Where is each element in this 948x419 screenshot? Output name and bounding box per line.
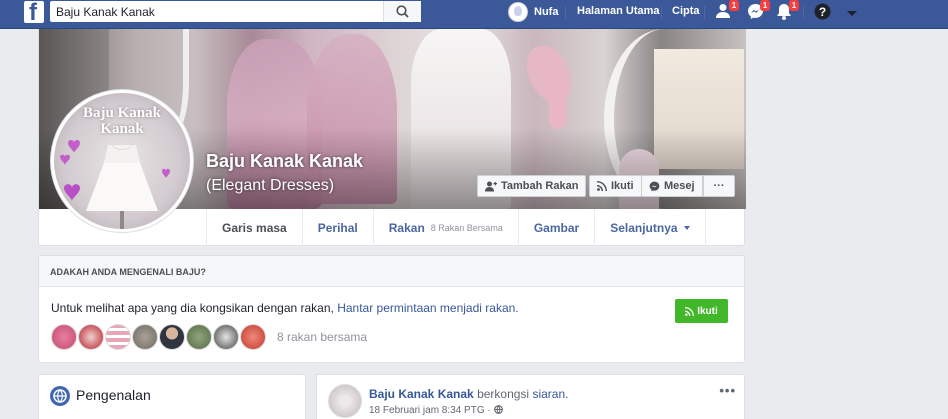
- rss-icon: [597, 181, 607, 191]
- follow-green-button[interactable]: Ikuti: [675, 299, 728, 323]
- post-card: Baju Kanak Kanak berkongsi siaran. 18 Fe…: [316, 374, 745, 419]
- mutual-friends-text[interactable]: 8 rakan bersama: [277, 330, 367, 344]
- add-friend-label: Tambah Rakan: [501, 180, 579, 192]
- tab-more[interactable]: Selanjutnya: [594, 209, 706, 246]
- nav-divider: [661, 6, 662, 19]
- friend-avatar[interactable]: [213, 324, 239, 350]
- messages-badge: 1: [760, 0, 770, 11]
- message-label: Mesej: [664, 180, 695, 192]
- post-meta: 18 Februari jam 8:34 PTG ·: [369, 405, 503, 416]
- intro-card: Pengenalan: [38, 374, 306, 419]
- send-friend-request-link[interactable]: Hantar permintaan menjadi rakan.: [337, 301, 518, 315]
- caret-down-icon: [683, 225, 690, 230]
- tab-label: Gambar: [533, 220, 580, 235]
- notifications-button[interactable]: 1: [776, 0, 799, 21]
- page-header: Baju Kanak Kanak (Elegant Dresses) Tamba…: [38, 29, 746, 246]
- post-timestamp[interactable]: 18 Februari jam 8:34 PTG: [369, 405, 485, 416]
- more-options-button[interactable]: ···: [703, 175, 735, 197]
- search-button[interactable]: [383, 1, 421, 22]
- top-nav-bar: f Nufa Halaman Utama Cipta 1 1 1 ?: [0, 0, 948, 29]
- more-options-label: ···: [713, 180, 725, 192]
- mutual-friends-count: 8 Rakan Bersama: [430, 222, 503, 233]
- friend-avatar[interactable]: [132, 324, 158, 350]
- account-menu-button[interactable]: [846, 7, 866, 25]
- friend-avatar[interactable]: [78, 324, 104, 350]
- user-name: Nufa: [534, 6, 559, 18]
- search-input[interactable]: [50, 1, 383, 22]
- tab-friends[interactable]: Rakan 8 Rakan Bersama: [372, 209, 518, 246]
- search-icon: [396, 5, 409, 18]
- home-link[interactable]: Halaman Utama: [577, 5, 660, 17]
- friend-requests-badge: 1: [729, 0, 739, 11]
- friend-avatar[interactable]: [51, 324, 77, 350]
- friend-avatar[interactable]: [159, 324, 185, 350]
- post-author-link[interactable]: Baju Kanak Kanak: [369, 387, 474, 401]
- follow-label: Ikuti: [611, 180, 634, 192]
- tab-label: Rakan: [388, 220, 425, 235]
- nav-divider: [704, 6, 705, 19]
- add-friend-icon: [485, 181, 497, 191]
- intro-title: Pengenalan: [76, 387, 151, 403]
- rss-icon: [685, 306, 695, 316]
- message-button[interactable]: Mesej: [641, 175, 703, 197]
- profile-link[interactable]: Nufa: [508, 2, 558, 22]
- know-text: Untuk melihat apa yang dia kongsikan den…: [51, 301, 519, 315]
- page-subtitle: (Elegant Dresses): [206, 177, 335, 194]
- know-person-card: ADAKAH ANDA MENGENALI BAJU? Untuk meliha…: [38, 255, 745, 363]
- follow-button[interactable]: Ikuti: [589, 175, 642, 197]
- tab-timeline[interactable]: Garis masa: [206, 209, 302, 246]
- avatar: [508, 2, 528, 22]
- help-button[interactable]: ?: [814, 3, 834, 21]
- tab-about[interactable]: Perihal: [301, 209, 373, 246]
- page-tabs: Garis masa Perihal Rakan 8 Rakan Bersama …: [206, 209, 706, 246]
- post-options-button[interactable]: •••: [719, 383, 736, 398]
- tab-photos[interactable]: Gambar: [517, 209, 594, 246]
- post-header: Baju Kanak Kanak berkongsi siaran.: [369, 387, 568, 401]
- svg-text:?: ?: [819, 5, 826, 19]
- facebook-logo-icon[interactable]: f: [24, 0, 44, 26]
- nav-divider: [803, 6, 804, 19]
- chevron-down-icon: [847, 11, 857, 16]
- friend-avatar[interactable]: [105, 324, 131, 350]
- nav-divider: [565, 6, 566, 19]
- friend-avatar[interactable]: [240, 324, 266, 350]
- messages-button[interactable]: 1: [747, 0, 770, 21]
- tab-label: Selanjutnya: [610, 220, 678, 235]
- card-heading: ADAKAH ANDA MENGENALI BAJU?: [39, 256, 744, 287]
- post-action: berkongsi: [477, 387, 530, 401]
- add-friend-button[interactable]: Tambah Rakan: [477, 175, 587, 197]
- post-object-link[interactable]: siaran.: [532, 387, 568, 401]
- mutual-friends-row: 8 rakan bersama: [51, 324, 367, 350]
- profile-picture-image: Baju Kanak Kanak: [54, 93, 190, 229]
- notifications-badge: 1: [789, 0, 799, 11]
- messenger-icon: [649, 181, 660, 191]
- create-link[interactable]: Cipta: [672, 5, 700, 17]
- search-box: [50, 1, 421, 22]
- help-icon: ?: [814, 3, 831, 20]
- friend-requests-button[interactable]: 1: [716, 0, 739, 21]
- tab-label: Garis masa: [222, 220, 287, 235]
- globe-icon: [50, 386, 70, 406]
- avatar[interactable]: [328, 384, 362, 418]
- friend-avatar[interactable]: [186, 324, 212, 350]
- follow-label: Ikuti: [697, 305, 718, 317]
- know-description: Untuk melihat apa yang dia kongsikan den…: [51, 301, 334, 315]
- dress-illustration: [60, 140, 170, 229]
- profile-picture[interactable]: Baju Kanak Kanak: [51, 90, 193, 232]
- globe-icon: [493, 405, 503, 414]
- page-title[interactable]: Baju Kanak Kanak: [206, 151, 363, 172]
- tab-label: Perihal: [317, 220, 358, 235]
